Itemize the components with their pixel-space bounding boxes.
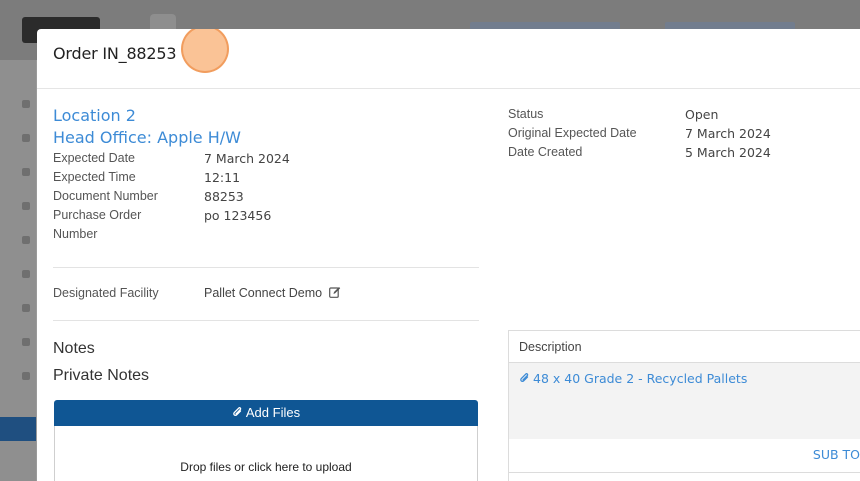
status-label: Date Created	[508, 145, 583, 159]
status-row: Original Expected Date 7 March 2024	[508, 124, 860, 143]
facility-label: Designated Facility	[53, 286, 159, 300]
edit-icon[interactable]	[328, 286, 341, 298]
status-row: Status Open	[508, 105, 860, 124]
item-link[interactable]: 48 x 40 Grade 2 - Recycled Pallets	[519, 371, 747, 386]
table-header-description: Description	[508, 330, 860, 363]
subtotal-label: SUB TO	[812, 447, 860, 462]
subtotal-row: SUB TO	[508, 439, 860, 473]
modal-header: Order IN_88253	[37, 29, 860, 89]
facility-value: Pallet Connect Demo	[204, 286, 323, 300]
paperclip-icon	[520, 373, 529, 382]
private-notes-label: Private Notes	[53, 367, 150, 384]
detail-label-continuation: Number	[53, 227, 98, 241]
item-description: 48 x 40 Grade 2 - Recycled Pallets	[533, 371, 748, 386]
facility-row: Designated Facility Pallet Connect Demo	[53, 286, 340, 300]
table-continuation	[508, 473, 860, 481]
detail-row: Purchase Order po 123456	[53, 206, 479, 225]
divider	[53, 320, 479, 321]
detail-row: Expected Date 7 March 2024	[53, 149, 479, 168]
detail-label: Expected Date	[53, 151, 135, 165]
detail-value: po 123456	[204, 208, 272, 223]
items-table: Description 48 x 40 Grade 2 - Recycled P…	[508, 330, 860, 481]
dropzone-text: Drop files or click here to upload	[180, 460, 352, 474]
add-files-button[interactable]: Add Files	[54, 400, 478, 426]
status-value: 7 March 2024	[685, 126, 771, 141]
status-details: Status Open Original Expected Date 7 Mar…	[508, 105, 860, 162]
detail-label: Expected Time	[53, 170, 136, 184]
order-details: Location 2 Head Office: Apple H/W Expect…	[53, 105, 479, 244]
detail-value: 7 March 2024	[204, 151, 290, 166]
click-indicator	[181, 29, 229, 73]
table-row: 48 x 40 Grade 2 - Recycled Pallets	[508, 363, 860, 439]
detail-value: 88253	[204, 189, 244, 204]
status-value: Open	[685, 107, 719, 122]
background-sidebar-active	[0, 417, 36, 441]
detail-label: Purchase Order	[53, 208, 142, 222]
divider	[53, 267, 479, 268]
facility-value-wrap: Pallet Connect Demo	[204, 286, 341, 300]
modal-title: Order IN_88253	[53, 44, 177, 63]
detail-value: 12:11	[204, 170, 241, 185]
status-value: 5 March 2024	[685, 145, 771, 160]
status-label: Original Expected Date	[508, 126, 637, 140]
detail-label: Document Number	[53, 189, 158, 203]
detail-row: Document Number 88253	[53, 187, 479, 206]
file-dropzone[interactable]: Drop files or click here to upload	[54, 426, 478, 481]
status-label: Status	[508, 107, 544, 121]
add-files-label: Add Files	[245, 405, 301, 420]
head-office-link[interactable]: Head Office: Apple H/W	[53, 127, 479, 149]
order-modal: Order IN_88253 Location 2 Head Office: A…	[37, 29, 860, 481]
detail-row: Expected Time 12:11	[53, 168, 479, 187]
location-link[interactable]: Location 2	[53, 105, 479, 127]
notes-label: Notes	[53, 340, 95, 357]
status-row: Date Created 5 March 2024	[508, 143, 860, 162]
paperclip-icon	[233, 407, 242, 416]
notes-section: Notes Private Notes	[53, 335, 149, 389]
